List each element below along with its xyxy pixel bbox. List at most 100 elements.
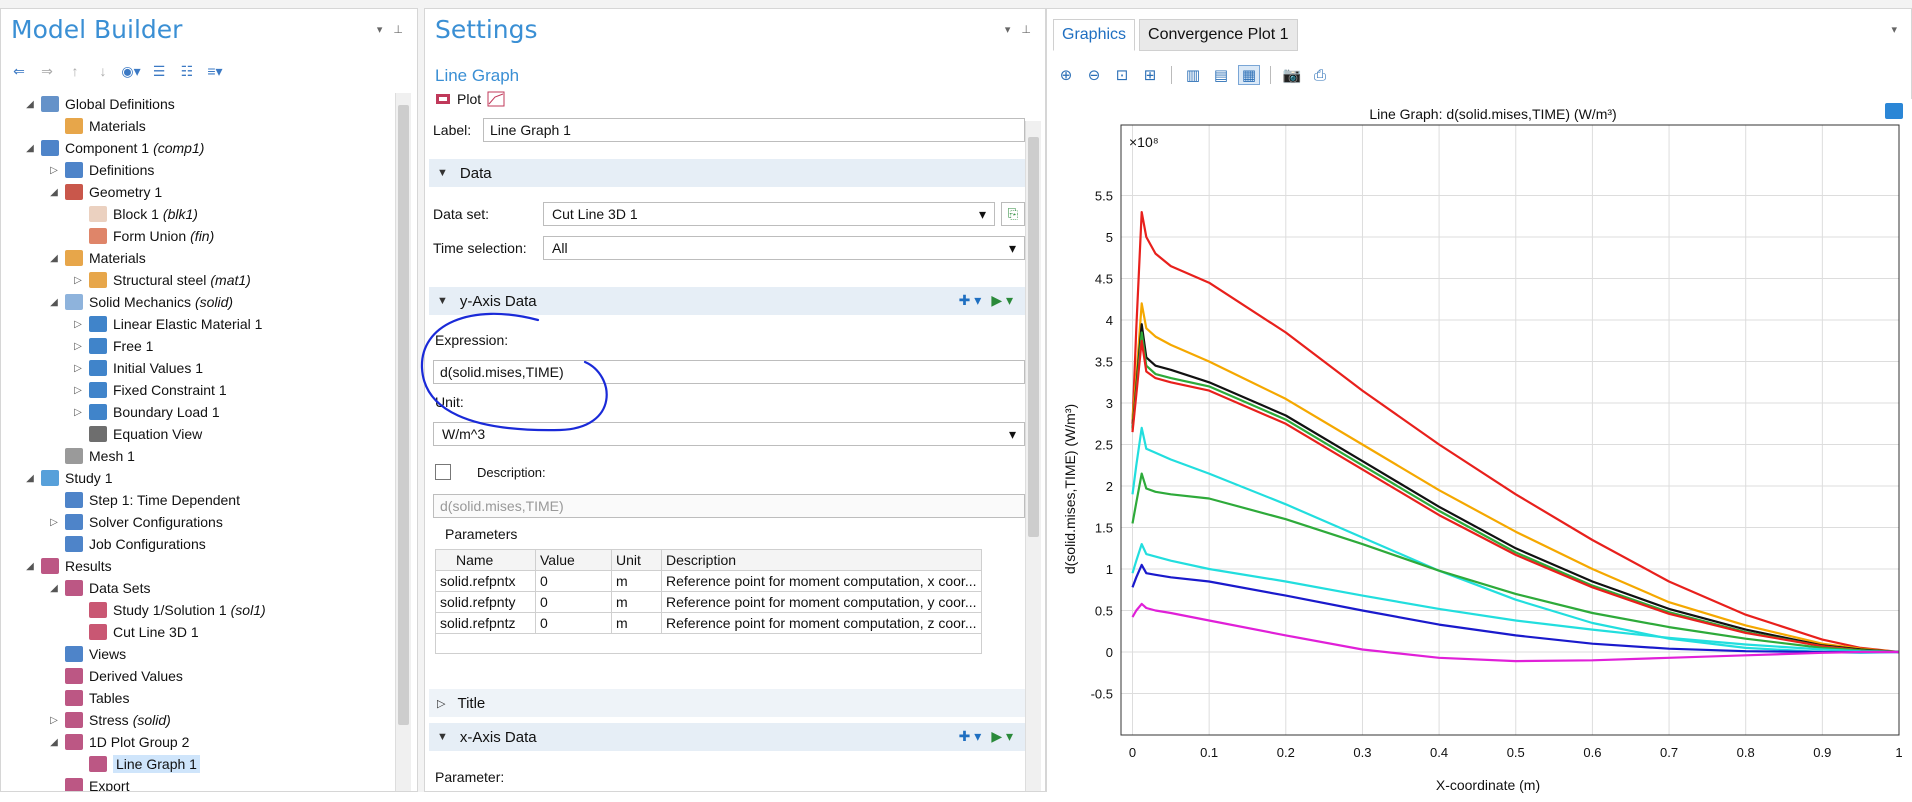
expanded-triangle-icon[interactable]: ◢	[23, 143, 37, 154]
param-value[interactable]: 0	[535, 570, 612, 592]
move-up-icon[interactable]: ↑	[65, 62, 85, 80]
tree-item[interactable]: ◢ Solid Mechanics (solid)	[47, 291, 233, 313]
collapsed-triangle-icon[interactable]: ▷	[71, 341, 85, 352]
plot-button[interactable]: Plot	[435, 91, 505, 107]
collapsed-triangle-icon[interactable]: ▷	[47, 517, 61, 528]
column-header-description[interactable]: Description	[661, 549, 982, 571]
tree-item[interactable]: ◢ Component 1 (comp1)	[23, 137, 204, 159]
param-name[interactable]: solid.refpntx	[435, 570, 536, 592]
zoom-in-icon[interactable]: ⊕	[1055, 65, 1077, 85]
graphics-panel-controls[interactable]: ▾	[1891, 23, 1901, 36]
settings-scrollbar[interactable]	[1025, 121, 1041, 791]
param-value[interactable]: 0	[535, 591, 612, 613]
zoom-out-icon[interactable]: ⊖	[1083, 65, 1105, 85]
collapsed-triangle-icon[interactable]: ▷	[71, 275, 85, 286]
collapsed-triangle-icon[interactable]: ▷	[47, 715, 61, 726]
tree-item[interactable]: ◢ Results	[23, 555, 112, 577]
settings-scrollbar-thumb[interactable]	[1028, 137, 1039, 537]
tree-item[interactable]: Line Graph 1	[71, 753, 200, 775]
tree-item[interactable]: ◢ Global Definitions	[23, 93, 175, 115]
tree-item[interactable]: ▷ Definitions	[47, 159, 154, 181]
sort-icon[interactable]: ≡▾	[205, 62, 225, 80]
expanded-triangle-icon[interactable]: ◢	[23, 99, 37, 110]
tree-item[interactable]: ◢ Materials	[47, 247, 146, 269]
time-selection-select[interactable]: All ▾	[543, 236, 1025, 260]
data-set-select[interactable]: Cut Line 3D 1 ▾	[543, 202, 995, 226]
show-icon[interactable]: ◉▾	[121, 62, 141, 80]
add-icon[interactable]: ✚ ▾	[959, 292, 982, 309]
collapse-icon[interactable]: ☷	[177, 62, 197, 80]
tree-item[interactable]: ▷ Free 1	[71, 335, 153, 357]
go-to-source-icon[interactable]: ⎘	[1001, 202, 1025, 226]
tree-scrollbar-thumb[interactable]	[398, 105, 409, 725]
column-header-value[interactable]: Value	[535, 549, 612, 571]
description-input[interactable]	[433, 494, 1025, 518]
panel-controls[interactable]: ▾ ⊥	[377, 23, 407, 36]
tab-graphics[interactable]: Graphics	[1053, 19, 1136, 51]
expanded-triangle-icon[interactable]: ◢	[47, 583, 61, 594]
param-name[interactable]: solid.refpnty	[435, 591, 536, 613]
expanded-triangle-icon[interactable]: ◢	[23, 561, 37, 572]
tree-item[interactable]: Export	[47, 775, 129, 791]
column-header-unit[interactable]: Unit	[611, 549, 662, 571]
tree-item[interactable]: Job Configurations	[47, 533, 206, 555]
collapsed-triangle-icon[interactable]: ▷	[47, 165, 61, 176]
expression-input[interactable]	[433, 360, 1025, 384]
tree-item[interactable]: ◢ 1D Plot Group 2	[47, 731, 189, 753]
unit-select[interactable]: W/m^3 ▾	[433, 422, 1025, 446]
description-checkbox[interactable]	[435, 464, 451, 480]
collapsed-triangle-icon[interactable]: ▷	[71, 319, 85, 330]
tree-item[interactable]: ▷ Solver Configurations	[47, 511, 223, 533]
replace-expression-icon[interactable]: ▶ ▾	[991, 292, 1013, 309]
line-graph-chart[interactable]: 0 0.1 0.2 0.3 0.4 0.5 0.6 0.7 0.8 0.9 1 -0.5 0 0.5 1 1.…	[1047, 99, 1912, 799]
settings-panel-controls[interactable]: ▾ ⊥	[1005, 23, 1035, 36]
expanded-triangle-icon[interactable]: ◢	[47, 253, 61, 264]
replace-expression-icon[interactable]: ▶ ▾	[991, 728, 1013, 745]
tree-item[interactable]: ◢ Study 1	[23, 467, 112, 489]
table-row[interactable]: solid.refpnty 0 m Reference point for mo…	[435, 591, 982, 613]
arrow-right-icon[interactable]: ⇒	[37, 62, 57, 80]
collapsed-triangle-icon[interactable]: ▷	[71, 407, 85, 418]
tree-item[interactable]: Tables	[47, 687, 129, 709]
table-row[interactable]: solid.refpntx 0 m Reference point for mo…	[435, 570, 982, 592]
tree-item[interactable]: Study 1/Solution 1 (sol1)	[71, 599, 266, 621]
tree-item[interactable]: ▷ Boundary Load 1	[71, 401, 220, 423]
chart-settings-icon[interactable]	[1885, 103, 1903, 119]
move-down-icon[interactable]: ↓	[93, 62, 113, 80]
tree-item[interactable]: Equation View	[71, 423, 202, 445]
zoom-box-icon[interactable]: ⊡	[1111, 65, 1133, 85]
collapsed-triangle-icon[interactable]: ▷	[71, 363, 85, 374]
data-section-header[interactable]: ▼ Data	[429, 159, 1025, 187]
add-icon[interactable]: ✚ ▾	[959, 728, 982, 745]
expand-icon[interactable]: ☰	[149, 62, 169, 80]
tree-item[interactable]: ▷ Fixed Constraint 1	[71, 379, 227, 401]
label-input[interactable]	[483, 118, 1025, 142]
tree-item[interactable]: ▷ Linear Elastic Material 1	[71, 313, 262, 335]
title-section-header[interactable]: ▷ Title	[429, 689, 1025, 717]
y-grid-icon[interactable]: ▤	[1210, 65, 1232, 85]
tree-item[interactable]: ▷ Initial Values 1	[71, 357, 203, 379]
tree-item[interactable]: ▷ Stress (solid)	[47, 709, 171, 731]
x-axis-section-header[interactable]: ▼ x-Axis Data ✚ ▾ ▶ ▾	[429, 723, 1025, 751]
tree-item[interactable]: Cut Line 3D 1	[71, 621, 199, 643]
tree-item[interactable]: Mesh 1	[47, 445, 135, 467]
x-grid-icon[interactable]: ▥	[1182, 65, 1204, 85]
camera-icon[interactable]: 📷	[1281, 65, 1303, 85]
print-icon[interactable]: ⎙	[1309, 65, 1331, 85]
expanded-triangle-icon[interactable]: ◢	[47, 297, 61, 308]
tree-item[interactable]: Block 1 (blk1)	[71, 203, 198, 225]
tree-item[interactable]: ◢ Data Sets	[47, 577, 150, 599]
param-value[interactable]: 0	[535, 612, 612, 634]
tree-item[interactable]: ▷ Structural steel (mat1)	[71, 269, 251, 291]
tree-item[interactable]: Derived Values	[47, 665, 183, 687]
param-name[interactable]: solid.refpntz	[435, 612, 536, 634]
chart-area[interactable]: 0 0.1 0.2 0.3 0.4 0.5 0.6 0.7 0.8 0.9 1 -0.5 0 0.5 1 1.…	[1047, 99, 1912, 799]
expanded-triangle-icon[interactable]: ◢	[23, 473, 37, 484]
table-row[interactable]: solid.refpntz 0 m Reference point for mo…	[435, 612, 982, 634]
collapsed-triangle-icon[interactable]: ▷	[71, 385, 85, 396]
legend-icon[interactable]: ▦	[1238, 65, 1260, 85]
tree-item[interactable]: Step 1: Time Dependent	[47, 489, 240, 511]
zoom-extents-icon[interactable]: ⊞	[1139, 65, 1161, 85]
tree-scrollbar[interactable]	[395, 93, 411, 791]
column-header-name[interactable]: Name	[435, 549, 536, 571]
